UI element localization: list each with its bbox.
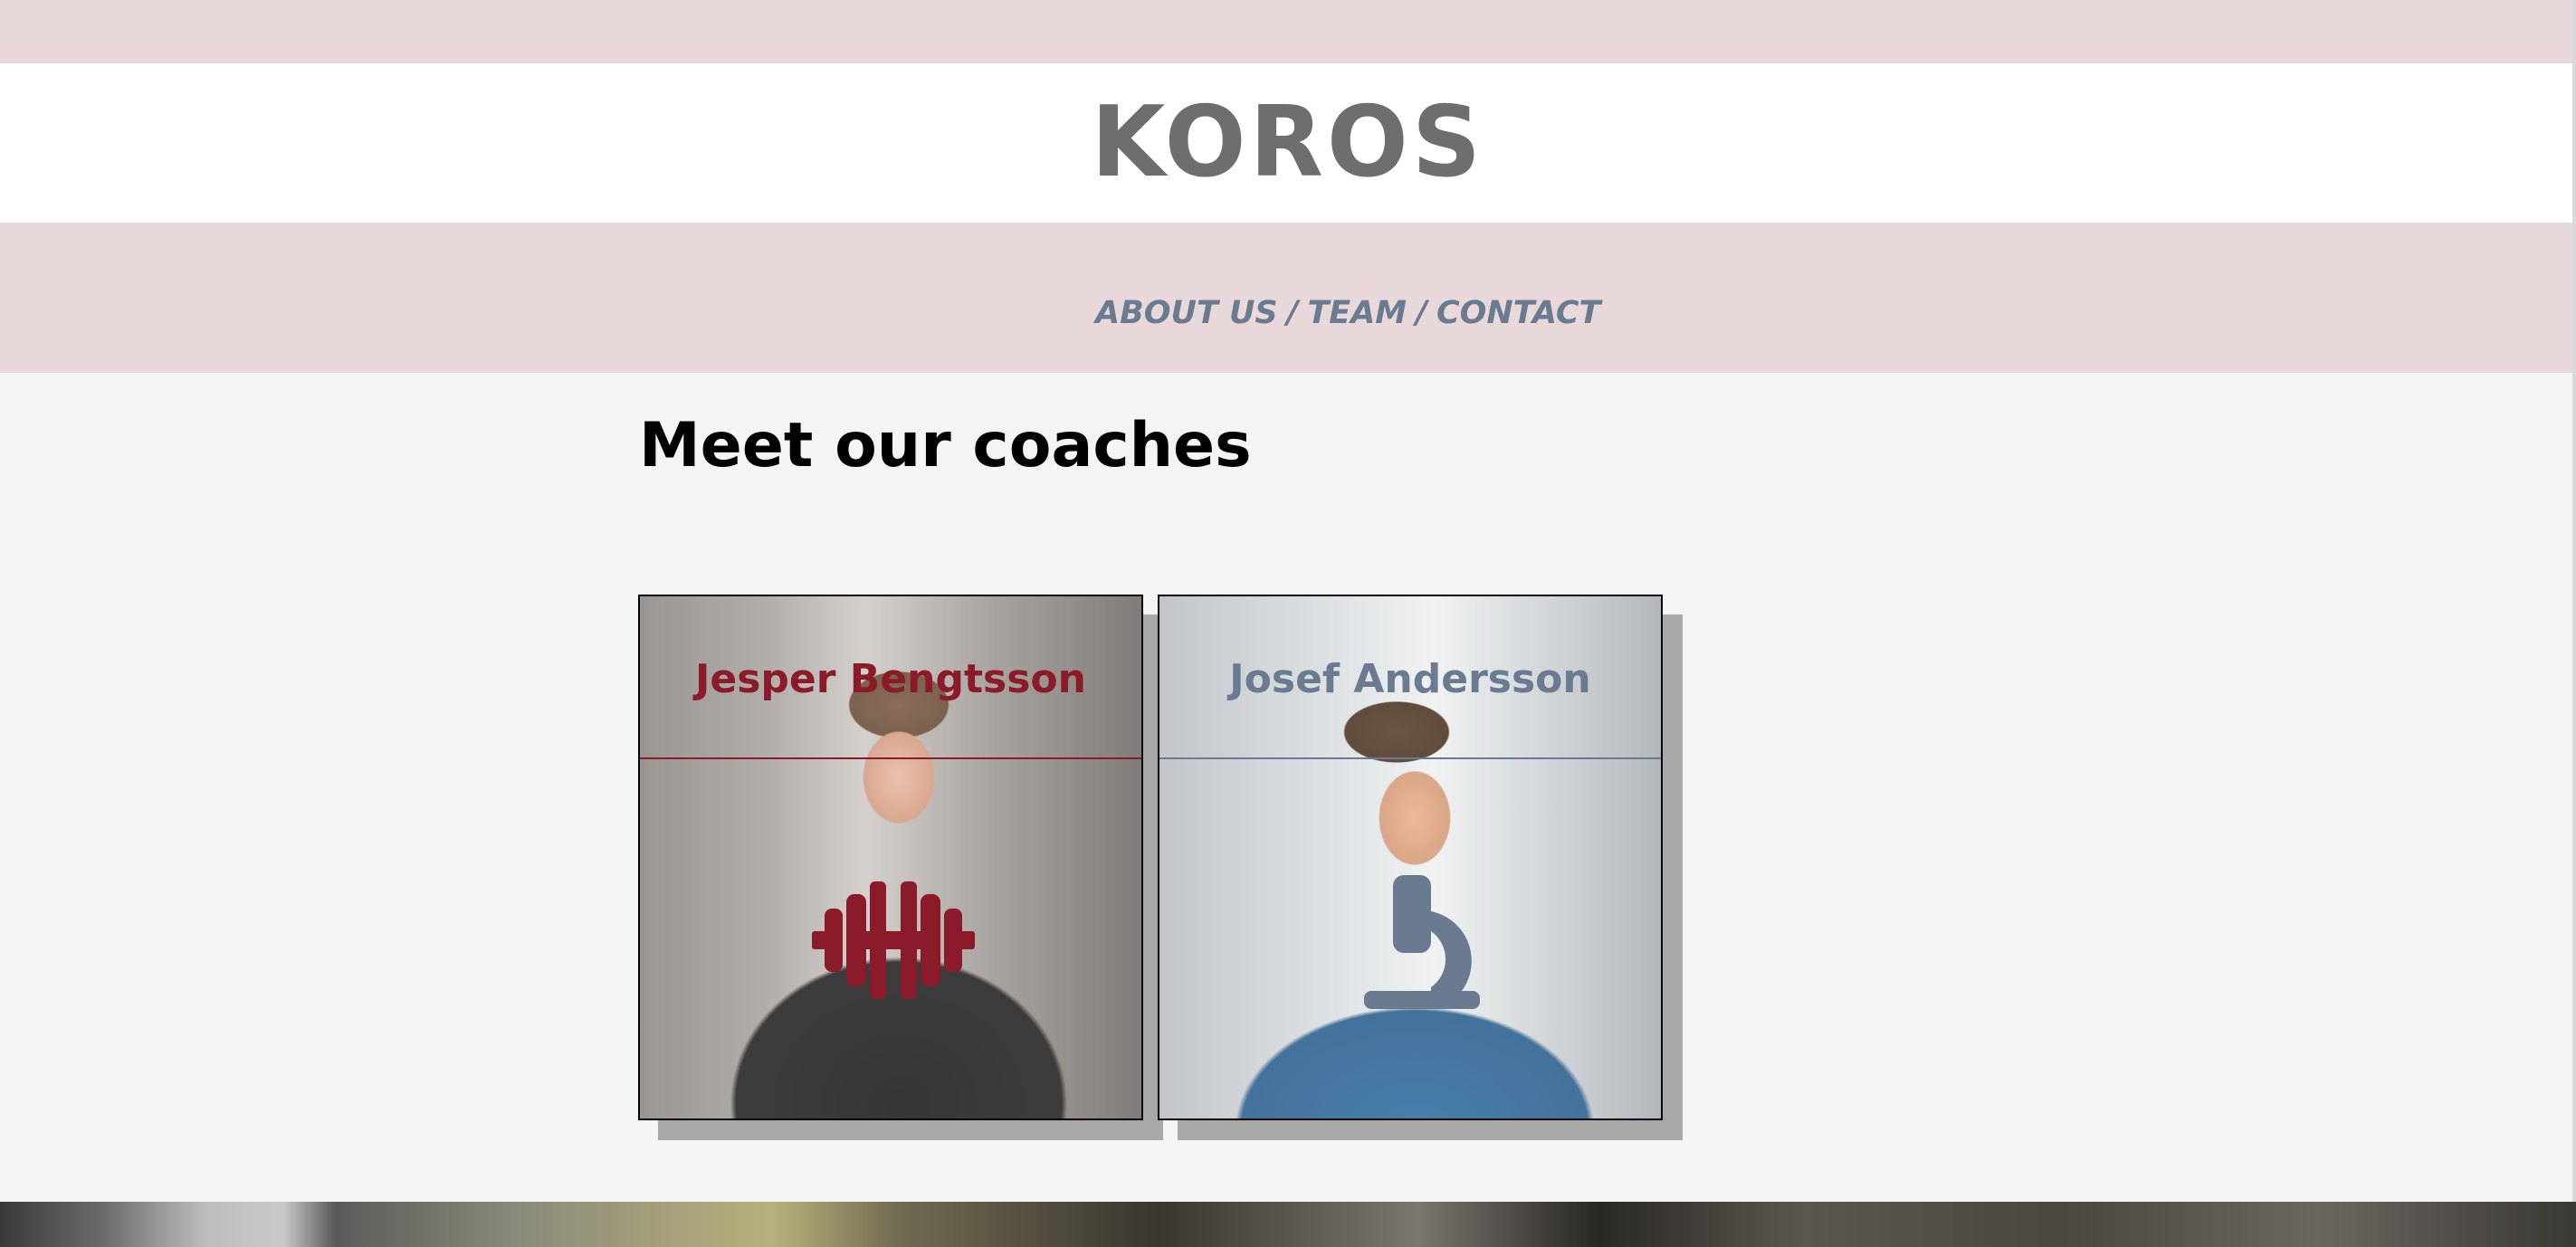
name-divider — [640, 757, 1141, 759]
nav-links: ABOUT US / TEAM / CONTACT — [1095, 295, 1600, 331]
coach-name: Jesper Bengtsson — [695, 656, 1086, 702]
nav-separator: / — [1286, 295, 1299, 331]
nav-link-contact[interactable]: CONTACT — [1436, 295, 1600, 331]
scrollbar-edge — [2572, 0, 2576, 1247]
main-nav: ABOUT US / TEAM / CONTACT — [0, 223, 2576, 373]
brand-header: KOROS — [0, 63, 2576, 223]
coach-card-jesper-bengtsson[interactable]: Jesper Bengtsson — [638, 595, 1143, 1120]
nav-link-about-us[interactable]: ABOUT US — [1095, 295, 1278, 331]
coach-card-josef-andersson[interactable]: Josef Andersson — [1158, 595, 1663, 1120]
name-divider — [1159, 757, 1661, 759]
nav-separator: / — [1416, 295, 1427, 331]
brand-logo[interactable]: KOROS — [1092, 94, 1485, 192]
coach-name: Josef Andersson — [1229, 656, 1591, 702]
nav-link-team[interactable]: TEAM — [1307, 295, 1407, 331]
page-title: Meet our coaches — [639, 410, 1252, 481]
microscope-icon — [1364, 875, 1480, 1009]
top-strip — [0, 0, 2576, 63]
footer-hero-image — [0, 1202, 2576, 1247]
dumbbell-icon — [812, 881, 975, 999]
